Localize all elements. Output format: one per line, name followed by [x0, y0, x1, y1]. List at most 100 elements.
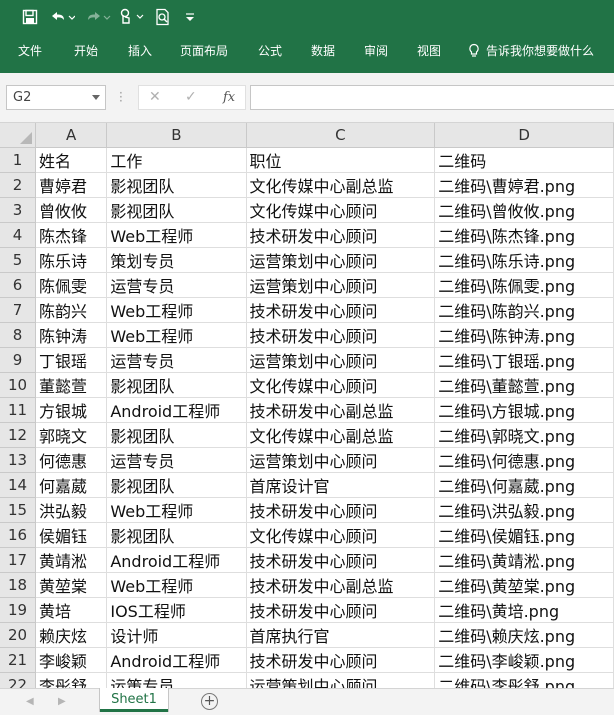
cell-d9[interactable]: 二维码\丁银瑶.png	[434, 347, 614, 373]
cell-b10[interactable]: 影视团队	[106, 372, 247, 398]
cell-a2[interactable]: 曹婷君	[35, 172, 108, 198]
row-header[interactable]: 20	[0, 622, 36, 648]
cell-d5[interactable]: 二维码\陈乐诗.png	[434, 247, 614, 273]
cell-a21[interactable]: 李峻颖	[35, 647, 108, 673]
tab-formulas[interactable]: 公式	[258, 42, 282, 59]
cell-c3[interactable]: 文化传媒中心顾问	[246, 197, 436, 223]
row-header[interactable]: 15	[0, 497, 36, 523]
row-header[interactable]: 14	[0, 472, 36, 498]
row-header[interactable]: 3	[0, 197, 36, 223]
sheet-tab-sheet1[interactable]: Sheet1	[100, 688, 168, 712]
cell-c13[interactable]: 运营策划中心顾问	[246, 447, 436, 473]
cell-a19[interactable]: 黄培	[35, 597, 108, 623]
cell-a10[interactable]: 董懿萱	[35, 372, 108, 398]
cell-b6[interactable]: 运营专员	[106, 272, 247, 298]
cell-a3[interactable]: 曾攸攸	[35, 197, 108, 223]
cell-c1[interactable]: 职位	[246, 147, 436, 173]
cell-d4[interactable]: 二维码\陈杰锋.png	[434, 222, 614, 248]
cell-b18[interactable]: Web工程师	[106, 572, 247, 598]
cell-d19[interactable]: 二维码\黄培.png	[434, 597, 614, 623]
name-box-dropdown-icon[interactable]	[92, 95, 100, 100]
redo-icon[interactable]	[84, 6, 112, 28]
cell-c18[interactable]: 技术研发中心副总监	[246, 572, 436, 598]
cell-a22[interactable]: 李彤舒	[35, 672, 108, 688]
row-header[interactable]: 18	[0, 572, 36, 598]
cell-a7[interactable]: 陈韵兴	[35, 297, 108, 323]
cell-c11[interactable]: 技术研发中心副总监	[246, 397, 436, 423]
cell-a8[interactable]: 陈钟涛	[35, 322, 108, 348]
tell-me-box[interactable]: 告诉我你想要做什么	[468, 42, 594, 59]
cell-c5[interactable]: 运营策划中心顾问	[246, 247, 436, 273]
row-header[interactable]: 11	[0, 397, 36, 423]
cell-b8[interactable]: Web工程师	[106, 322, 247, 348]
save-icon[interactable]	[20, 6, 40, 28]
cell-d1[interactable]: 二维码	[434, 147, 614, 173]
name-box[interactable]: G2	[6, 85, 106, 110]
row-header[interactable]: 10	[0, 372, 36, 398]
cell-a17[interactable]: 黄靖淞	[35, 547, 108, 573]
row-header[interactable]: 17	[0, 547, 36, 573]
cell-a12[interactable]: 郭晓文	[35, 422, 108, 448]
cell-d12[interactable]: 二维码\郭晓文.png	[434, 422, 614, 448]
cell-c21[interactable]: 技术研发中心顾问	[246, 647, 436, 673]
tab-home[interactable]: 开始	[74, 42, 98, 59]
cell-c8[interactable]: 技术研发中心顾问	[246, 322, 436, 348]
cell-a20[interactable]: 赖庆炫	[35, 622, 108, 648]
cell-b22[interactable]: 运策专员	[106, 672, 247, 688]
tab-file[interactable]: 文件	[18, 42, 42, 59]
cell-c2[interactable]: 文化传媒中心副总监	[246, 172, 436, 198]
cell-d16[interactable]: 二维码\侯媚钰.png	[434, 522, 614, 548]
cell-b20[interactable]: 设计师	[106, 622, 247, 648]
cell-c20[interactable]: 首席执行官	[246, 622, 436, 648]
cell-a1[interactable]: 姓名	[35, 147, 108, 173]
tab-page-layout[interactable]: 页面布局	[180, 42, 228, 59]
cell-c7[interactable]: 技术研发中心顾问	[246, 297, 436, 323]
cell-d8[interactable]: 二维码\陈钟涛.png	[434, 322, 614, 348]
cell-c9[interactable]: 运营策划中心顾问	[246, 347, 436, 373]
cell-b7[interactable]: Web工程师	[106, 297, 247, 323]
cell-c6[interactable]: 运营策划中心顾问	[246, 272, 436, 298]
cell-a15[interactable]: 洪弘毅	[35, 497, 108, 523]
row-header[interactable]: 21	[0, 647, 36, 673]
insert-function-icon[interactable]: fx	[223, 90, 235, 105]
cell-b16[interactable]: 影视团队	[106, 522, 247, 548]
cell-d22[interactable]: 二维码\李彤舒.png	[434, 672, 614, 688]
cell-b1[interactable]: 工作	[106, 147, 247, 173]
row-header[interactable]: 13	[0, 447, 36, 473]
cell-a5[interactable]: 陈乐诗	[35, 247, 108, 273]
undo-icon[interactable]	[48, 6, 76, 28]
cell-d20[interactable]: 二维码\赖庆炫.png	[434, 622, 614, 648]
cell-d14[interactable]: 二维码\何嘉葳.png	[434, 472, 614, 498]
cell-d3[interactable]: 二维码\曾攸攸.png	[434, 197, 614, 223]
cell-c22[interactable]: 运营策划中心顾问	[246, 672, 436, 688]
cell-c12[interactable]: 文化传媒中心副总监	[246, 422, 436, 448]
spreadsheet-grid[interactable]: ABCD 1 姓名 工作 职位 二维码 2 曹婷君 影视团队 文化传媒中心副总监 二维码\曹婷君.…	[0, 123, 614, 688]
cell-b15[interactable]: Web工程师	[106, 497, 247, 523]
print-preview-icon[interactable]	[152, 6, 174, 28]
cell-d15[interactable]: 二维码\洪弘毅.png	[434, 497, 614, 523]
cell-c10[interactable]: 文化传媒中心顾问	[246, 372, 436, 398]
cell-a13[interactable]: 何德惠	[35, 447, 108, 473]
column-header-b[interactable]: B	[106, 123, 247, 148]
cell-a4[interactable]: 陈杰锋	[35, 222, 108, 248]
tab-review[interactable]: 审阅	[364, 42, 388, 59]
cell-d7[interactable]: 二维码\陈韵兴.png	[434, 297, 614, 323]
cancel-icon[interactable]: ✕	[149, 89, 161, 105]
cell-c4[interactable]: 技术研发中心顾问	[246, 222, 436, 248]
cell-d18[interactable]: 二维码\黄堃棠.png	[434, 572, 614, 598]
cell-a18[interactable]: 黄堃棠	[35, 572, 108, 598]
cell-a16[interactable]: 侯媚钰	[35, 522, 108, 548]
row-header[interactable]: 22	[0, 672, 36, 688]
row-header[interactable]: 9	[0, 347, 36, 373]
column-header-a[interactable]: A	[35, 123, 108, 148]
cell-d6[interactable]: 二维码\陈佩雯.png	[434, 272, 614, 298]
cell-d11[interactable]: 二维码\方银城.png	[434, 397, 614, 423]
row-header[interactable]: 7	[0, 297, 36, 323]
row-header[interactable]: 4	[0, 222, 36, 248]
cell-b4[interactable]: Web工程师	[106, 222, 247, 248]
enter-icon[interactable]: ✓	[185, 89, 197, 105]
next-sheet-icon[interactable]: ▶	[58, 696, 66, 707]
column-header-c[interactable]: C	[246, 123, 436, 148]
cell-a11[interactable]: 方银城	[35, 397, 108, 423]
cell-b14[interactable]: 影视团队	[106, 472, 247, 498]
